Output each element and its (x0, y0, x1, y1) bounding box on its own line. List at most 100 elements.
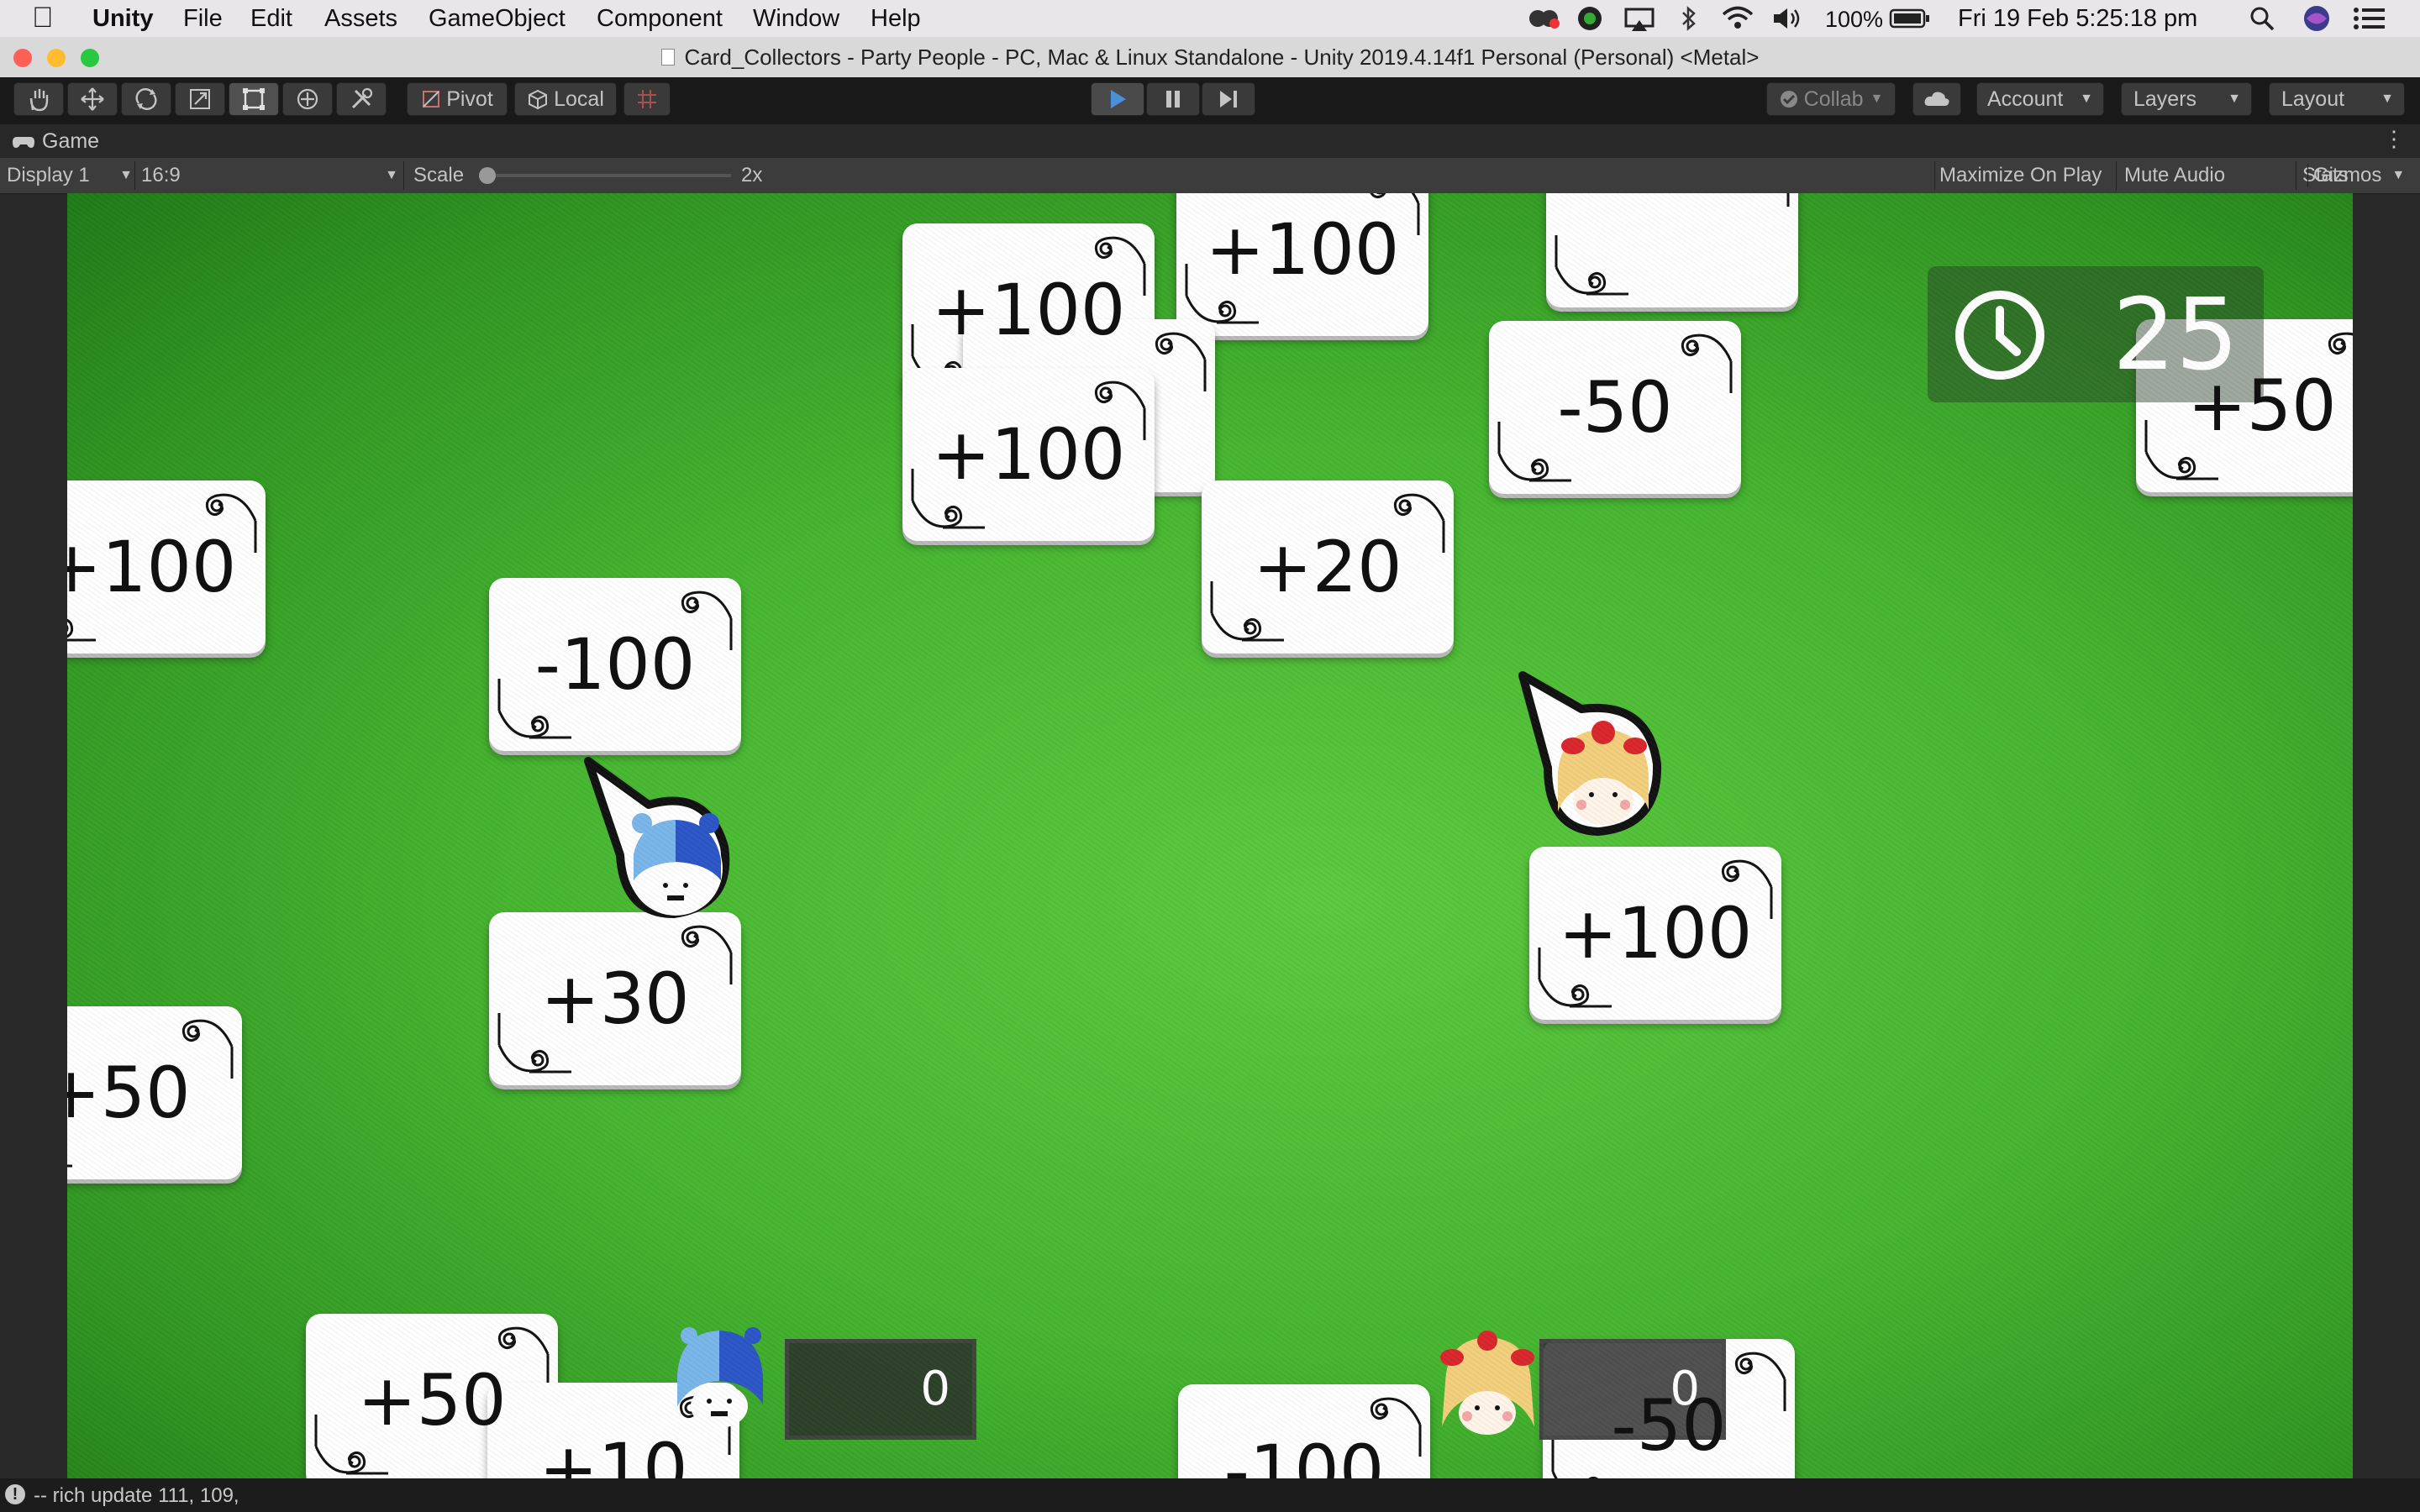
card[interactable]: +100 (1176, 193, 1428, 336)
spotlight-search-icon[interactable] (2249, 5, 2275, 39)
grid-snap-icon (638, 90, 656, 108)
aspect-caret-icon: ▼ (385, 168, 398, 182)
player2-pointer[interactable] (1514, 667, 1674, 869)
custom-tool-button[interactable] (336, 82, 387, 116)
pivot-label: Pivot (446, 87, 493, 111)
player1-pointer[interactable] (581, 754, 750, 956)
creative-cloud-icon[interactable] (1528, 7, 1561, 37)
card-value: +50 (67, 1052, 191, 1134)
divider (2116, 161, 2117, 190)
play-button[interactable] (1091, 82, 1144, 116)
blue-hair-avatar-icon (677, 1327, 763, 1428)
pivot-toggle[interactable]: Pivot (407, 82, 508, 116)
menu-component[interactable]: Component (597, 5, 723, 33)
player1-score-avatar (669, 1324, 770, 1428)
collab-label: Collab (1803, 87, 1864, 111)
player2-avatar-icon (1518, 671, 1662, 836)
step-button[interactable] (1202, 82, 1255, 116)
card[interactable] (1546, 193, 1798, 307)
card-value: -50 (1557, 366, 1673, 449)
card-ornament-icon (1734, 1352, 1786, 1411)
card[interactable]: +100 (67, 480, 266, 654)
scale-tool-button[interactable] (175, 82, 225, 116)
layout-caret-icon: ▼ (2381, 92, 2394, 106)
aspect-label: 16:9 (141, 164, 181, 186)
local-label: Local (554, 87, 604, 111)
scale-slider-track (479, 174, 731, 177)
menu-gameobject[interactable]: GameObject (429, 5, 566, 33)
cloud-button[interactable] (1912, 82, 1961, 116)
hand-tool-button[interactable] (13, 82, 64, 116)
game-tab-bar: Game ⋮ (0, 124, 2420, 159)
battery-percent: 100% (1825, 7, 1884, 32)
transform-icon (297, 88, 318, 110)
rotate-tool-button[interactable] (121, 82, 171, 116)
grid-snap-button[interactable] (623, 82, 671, 116)
tab-game-label: Game (42, 129, 100, 153)
airplay-icon[interactable] (1623, 7, 1655, 39)
menu-assets[interactable]: Assets (324, 5, 397, 33)
card-value: +100 (931, 413, 1126, 496)
game-view-toolbar: Display 1 ▼ 16:9 ▼ Scale 2x Maximize On … (0, 158, 2420, 194)
card-value: -50 (1611, 1384, 1727, 1467)
card[interactable]: +20 (1202, 480, 1454, 654)
layout-label: Layout (2281, 87, 2345, 111)
transform-tool-button[interactable] (282, 82, 333, 116)
menu-edit[interactable]: Edit (250, 5, 292, 33)
move-tool-button[interactable] (67, 82, 118, 116)
display-dropdown[interactable]: Display 1 ▼ (7, 158, 133, 193)
card-value: +20 (1253, 526, 1402, 608)
layers-dropdown[interactable]: Layers ▼ (2121, 82, 2252, 116)
card[interactable]: -100 (1178, 1384, 1430, 1478)
card[interactable]: +100 (902, 368, 1155, 541)
maximize-on-play-toggle[interactable]: Maximize On Play (1939, 158, 2102, 193)
siri-icon[interactable] (2302, 4, 2331, 39)
tab-menu-icon[interactable]: ⋮ (2383, 126, 2405, 152)
game-view[interactable]: +100 +100 +100 -50 +50 +100 +20 -100 +30… (67, 193, 2353, 1478)
card-value: +100 (67, 526, 237, 608)
volume-icon[interactable] (1771, 6, 1803, 38)
card-value: +100 (1558, 892, 1753, 974)
pause-button[interactable] (1146, 82, 1200, 116)
card-value: -100 (534, 623, 696, 706)
gizmos-dropdown[interactable]: Gizmos ▼ (2307, 158, 2405, 193)
status-message[interactable]: -- rich update 111, 109, (34, 1484, 239, 1508)
layers-label: Layers (2133, 87, 2197, 111)
gamepad-icon (13, 136, 34, 148)
gizmos-label: Gizmos (2307, 164, 2381, 187)
card[interactable]: +100 (1529, 847, 1781, 1020)
account-dropdown[interactable]: Account ▼ (1976, 82, 2104, 116)
card-ornament-icon (1786, 193, 1790, 207)
collab-dropdown[interactable]: Collab ▼ (1766, 82, 1896, 116)
mute-audio-toggle[interactable]: Mute Audio (2124, 158, 2225, 193)
card[interactable]: -100 (489, 578, 741, 751)
grammarly-icon[interactable] (1576, 5, 1603, 39)
layout-dropdown[interactable]: Layout ▼ (2269, 82, 2405, 116)
notification-center-icon[interactable] (2353, 7, 2386, 37)
scale-slider-thumb[interactable] (479, 167, 496, 184)
apple-icon[interactable]:  (32, 2, 54, 34)
scale-label: Scale (413, 164, 465, 186)
bluetooth-icon[interactable] (1679, 6, 1699, 38)
clock-datetime[interactable]: Fri 19 Feb 5:25:18 pm (1958, 5, 2197, 33)
unity-toolbar: Pivot Local Collab ▼ Account ▼ Layers ▼ … (0, 77, 2420, 124)
card[interactable]: +50 (67, 1006, 242, 1179)
menu-file[interactable]: File (183, 5, 223, 33)
battery-icon[interactable] (1889, 8, 1931, 36)
account-label: Account (1987, 87, 2064, 111)
scale-slider[interactable] (479, 158, 731, 193)
menu-window[interactable]: Window (753, 5, 839, 33)
menu-help[interactable]: Help (871, 5, 921, 33)
player1-avatar-icon (584, 757, 730, 918)
wifi-icon[interactable] (1721, 5, 1754, 37)
display-caret-icon: ▼ (119, 168, 133, 182)
card-value: +50 (357, 1359, 507, 1441)
tab-game[interactable]: Game (12, 129, 99, 154)
card-value: -100 (1223, 1430, 1385, 1478)
wrench-icon (351, 87, 373, 109)
card[interactable]: -50 (1489, 321, 1741, 494)
local-toggle[interactable]: Local (514, 82, 617, 116)
rect-tool-button[interactable] (229, 82, 279, 116)
menu-app-unity[interactable]: Unity (92, 5, 154, 33)
aspect-dropdown[interactable]: 16:9 ▼ (141, 158, 398, 193)
